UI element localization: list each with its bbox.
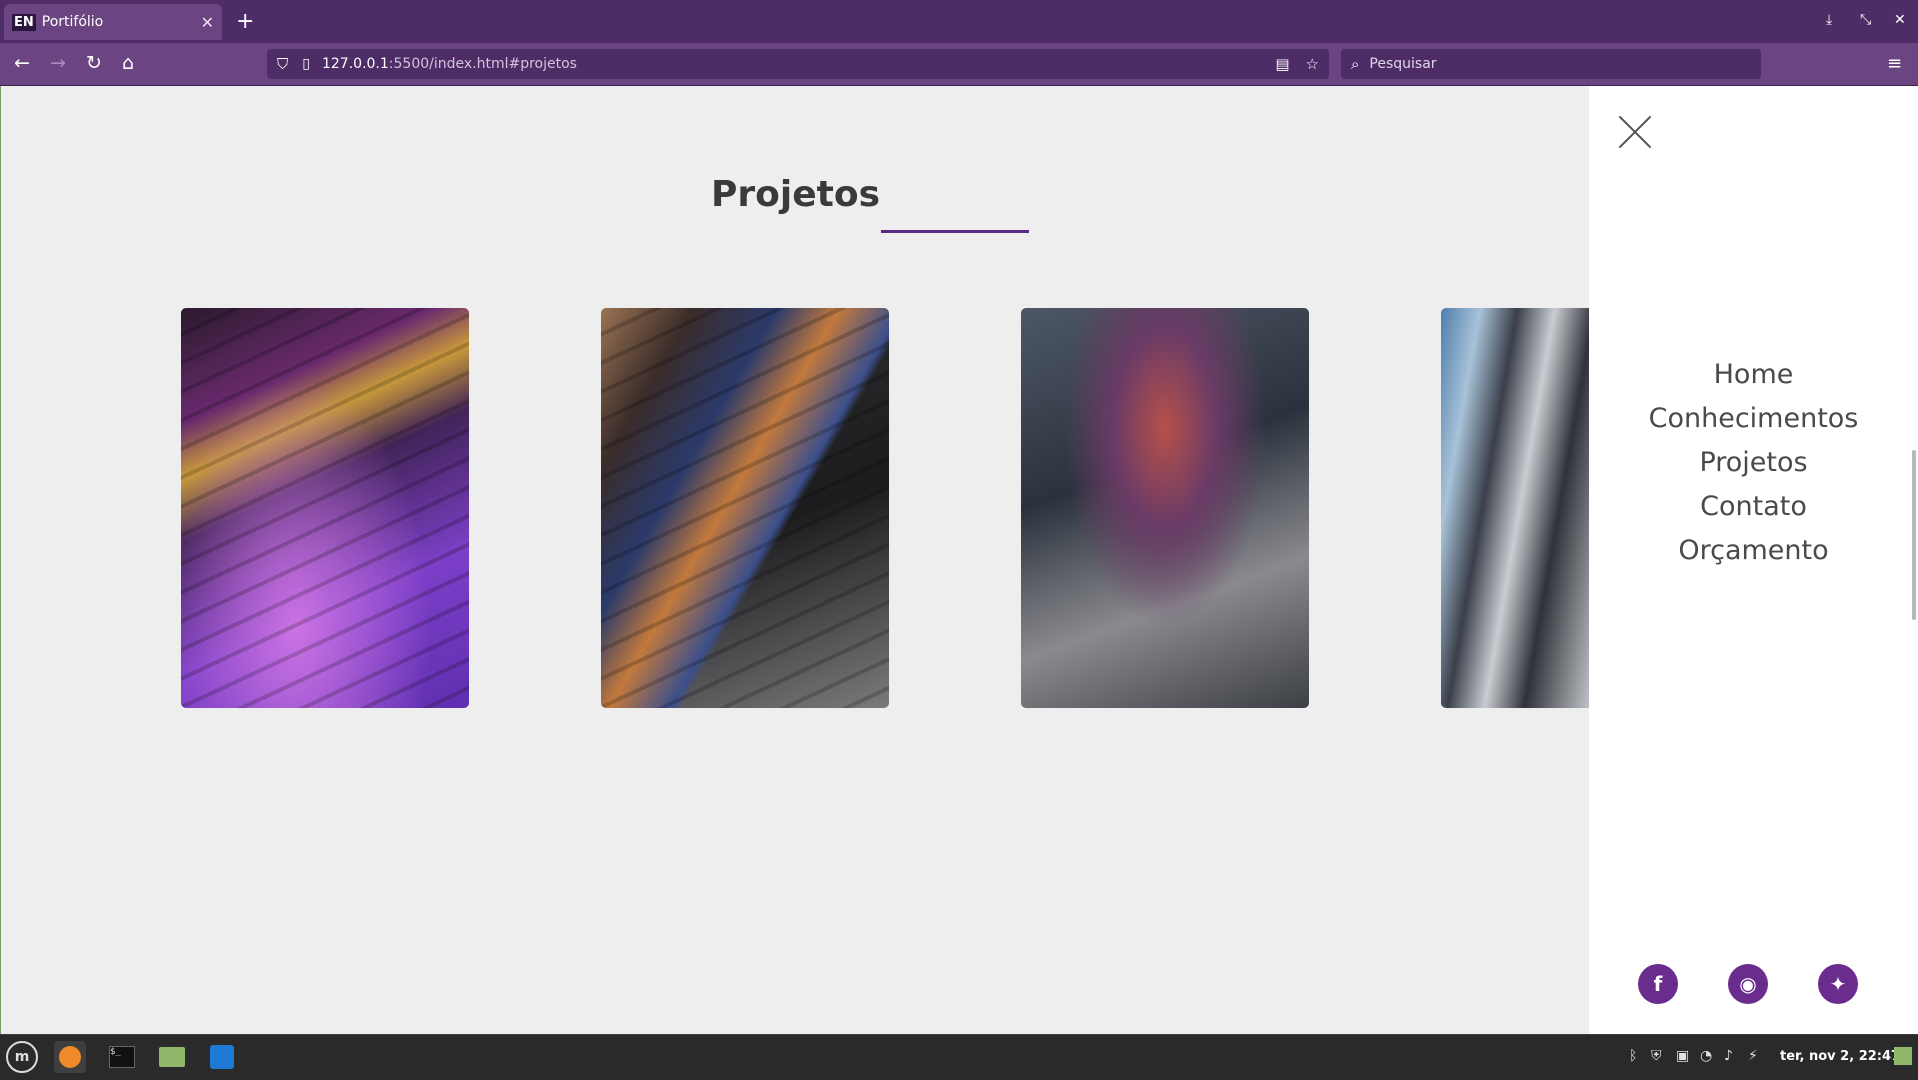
keyboard-image (181, 308, 469, 708)
menu-item-conhecimentos[interactable]: Conhecimentos (1589, 397, 1918, 441)
bookmark-star-icon[interactable]: ☆ (1306, 55, 1319, 73)
taskbar: m $_ ᛒ ⛨ ▣ ◔ ♪ ⚡ ter, nov 2, 22:47 (0, 1034, 1918, 1080)
menu-item-home[interactable]: Home (1589, 353, 1918, 397)
github-icon[interactable]: ◉ (1728, 964, 1768, 1004)
search-input[interactable] (1367, 55, 1732, 73)
laptop-desk-image (1021, 308, 1309, 708)
shield-icon[interactable]: ⛉ (277, 55, 288, 73)
vscode-taskbar-icon[interactable] (206, 1041, 238, 1073)
project-card-2[interactable] (601, 308, 889, 708)
browser-tabbar: EN Portifólio ✕ + ⤓ ⤡ ✕ (0, 0, 1918, 43)
project-card-3[interactable] (1021, 308, 1309, 708)
home-button[interactable]: ⌂ (122, 52, 134, 74)
url-path: :5500/index.html#projetos (388, 56, 577, 72)
menu-item-contato[interactable]: Contato (1589, 485, 1918, 529)
laptop-blurred-image (1441, 308, 1590, 708)
facebook-icon[interactable]: f (1638, 964, 1678, 1004)
app-menu-icon[interactable]: ≡ (1887, 53, 1902, 74)
project-card-1[interactable] (181, 308, 469, 708)
search-icon: ⌕ (1351, 55, 1360, 73)
menu-item-projetos[interactable]: Projetos (1589, 441, 1918, 485)
browser-tab[interactable]: EN Portifólio ✕ (4, 4, 222, 40)
project-card-4[interactable] (1441, 308, 1590, 708)
close-menu-icon[interactable] (1619, 116, 1651, 148)
restore-icon[interactable]: ⤡ (1860, 12, 1871, 28)
mint-menu-icon[interactable]: m (6, 1041, 38, 1073)
power-icon[interactable]: ⚡ (1748, 1048, 1758, 1064)
firefox-taskbar-icon[interactable] (54, 1041, 86, 1073)
clipboard-icon[interactable]: ▣ (1676, 1048, 1689, 1064)
new-tab-button[interactable]: + (236, 9, 254, 34)
page-content: Projetos (0, 86, 1590, 1034)
reader-view-icon[interactable]: ▤ (1275, 55, 1289, 73)
wifi-icon[interactable]: ◔ (1700, 1048, 1712, 1064)
volume-icon[interactable]: ♪ (1724, 1048, 1733, 1064)
search-bar[interactable]: ⌕ (1341, 49, 1761, 79)
forward-button[interactable]: → (50, 52, 66, 74)
minimize-icon[interactable]: ⤓ (1826, 12, 1832, 28)
back-button[interactable]: ← (14, 52, 30, 74)
reload-button[interactable]: ↻ (86, 52, 102, 74)
close-tab-icon[interactable]: ✕ (201, 13, 214, 32)
shield-tray-icon[interactable]: ⛨ (1651, 1048, 1662, 1064)
bluetooth-icon[interactable]: ᛒ (1629, 1048, 1637, 1064)
page-info-icon[interactable]: ▯ (302, 56, 310, 72)
close-window-icon[interactable]: ✕ (1894, 12, 1906, 28)
laptop-touchbar-image (601, 308, 889, 708)
terminal-taskbar-icon[interactable]: $_ (106, 1041, 138, 1073)
menu-item-orcamento[interactable]: Orçamento (1589, 529, 1918, 573)
show-desktop-icon[interactable] (1894, 1047, 1912, 1065)
title-underline (881, 230, 1029, 233)
section-title: Projetos (711, 174, 880, 215)
side-menu-nav: Home Conhecimentos Projetos Contato Orça… (1589, 353, 1918, 573)
address-bar[interactable]: ⛉ ▯ 127.0.0.1 :5500/index.html#projetos … (267, 49, 1329, 79)
browser-navbar: ← → ↻ ⌂ ⛉ ▯ 127.0.0.1 :5500/index.html#p… (0, 43, 1918, 86)
scrollbar-thumb[interactable] (1912, 450, 1916, 620)
clock[interactable]: ter, nov 2, 22:47 (1780, 1049, 1900, 1064)
url-host: 127.0.0.1 (321, 56, 389, 72)
tab-title: Portifólio (41, 14, 104, 30)
files-taskbar-icon[interactable] (156, 1041, 188, 1073)
twitter-icon[interactable]: ✦ (1818, 964, 1858, 1004)
favicon-icon: EN (12, 13, 36, 31)
side-menu: Home Conhecimentos Projetos Contato Orça… (1589, 86, 1918, 1034)
